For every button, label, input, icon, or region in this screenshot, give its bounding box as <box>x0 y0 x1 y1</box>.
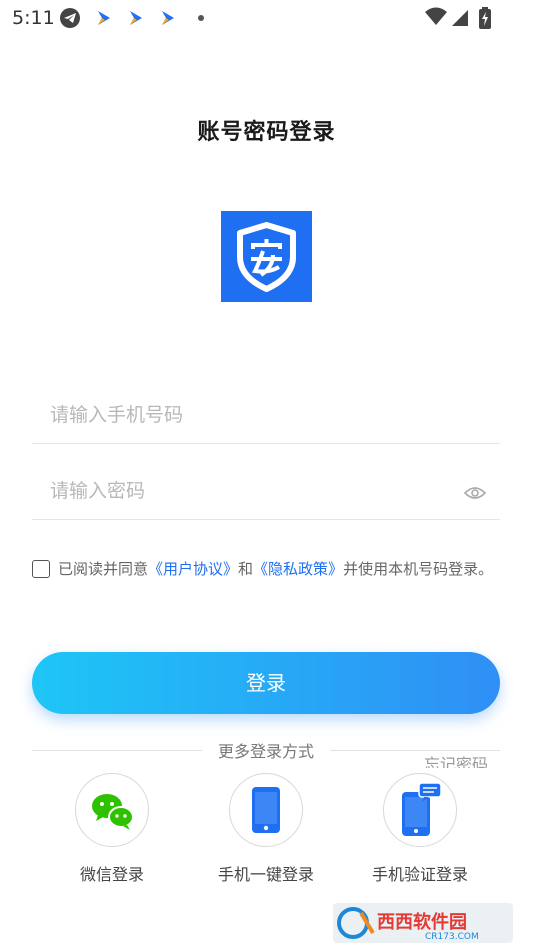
agreement-prefix: 已阅读并同意 <box>58 560 149 578</box>
wifi-icon <box>424 6 448 30</box>
status-bar: 5:11 <box>0 0 533 36</box>
forgot-password-link[interactable]: 忘记密码 <box>424 752 488 768</box>
phone-message-icon <box>383 773 457 847</box>
phone-input[interactable] <box>48 397 452 433</box>
app-notification-icon <box>158 8 178 28</box>
privacy-policy-link[interactable]: 《隐私政策》 <box>253 560 343 578</box>
method-label: 手机一键登录 <box>217 865 314 884</box>
shield-icon <box>237 222 296 292</box>
telegram-icon <box>60 8 80 28</box>
signal-icon <box>450 6 470 32</box>
svg-text:CR173.COM: CR173.COM <box>425 932 479 942</box>
login-button[interactable]: 登录 <box>32 652 500 714</box>
app-notification-icon <box>94 8 114 28</box>
battery-icon <box>478 6 492 34</box>
more-notifications-icon <box>198 15 204 21</box>
svg-text:西西软件园: 西西软件园 <box>377 911 467 933</box>
wechat-icon <box>75 773 149 847</box>
app-logo <box>221 211 312 302</box>
status-time: 5:11 <box>12 7 55 29</box>
method-label: 微信登录 <box>79 865 144 884</box>
sms-login-button[interactable]: 手机验证登录 <box>360 773 480 885</box>
agreement-and: 和 <box>238 560 254 578</box>
wechat-login-button[interactable]: 微信登录 <box>52 773 172 885</box>
divider-line <box>330 750 500 751</box>
page-title: 账号密码登录 <box>197 120 336 145</box>
user-agreement-link[interactable]: 《用户协议》 <box>148 560 238 578</box>
password-field <box>32 459 500 520</box>
watermark-logo: 西西软件园 CR173.COM <box>333 903 513 943</box>
password-input[interactable] <box>48 473 452 509</box>
agreement-suffix: 并使用本机号码登录。 <box>343 560 494 578</box>
phone-field <box>32 383 500 444</box>
eye-icon[interactable] <box>463 485 487 501</box>
agreement-text: 已阅读并同意《用户协议》和《隐私政策》并使用本机号码登录。 <box>32 556 502 582</box>
one-click-login-button[interactable]: 手机一键登录 <box>206 773 326 885</box>
app-notification-icon <box>126 8 146 28</box>
method-label: 手机验证登录 <box>371 865 468 884</box>
agreement-checkbox[interactable] <box>32 560 50 578</box>
phone-icon <box>229 773 303 847</box>
